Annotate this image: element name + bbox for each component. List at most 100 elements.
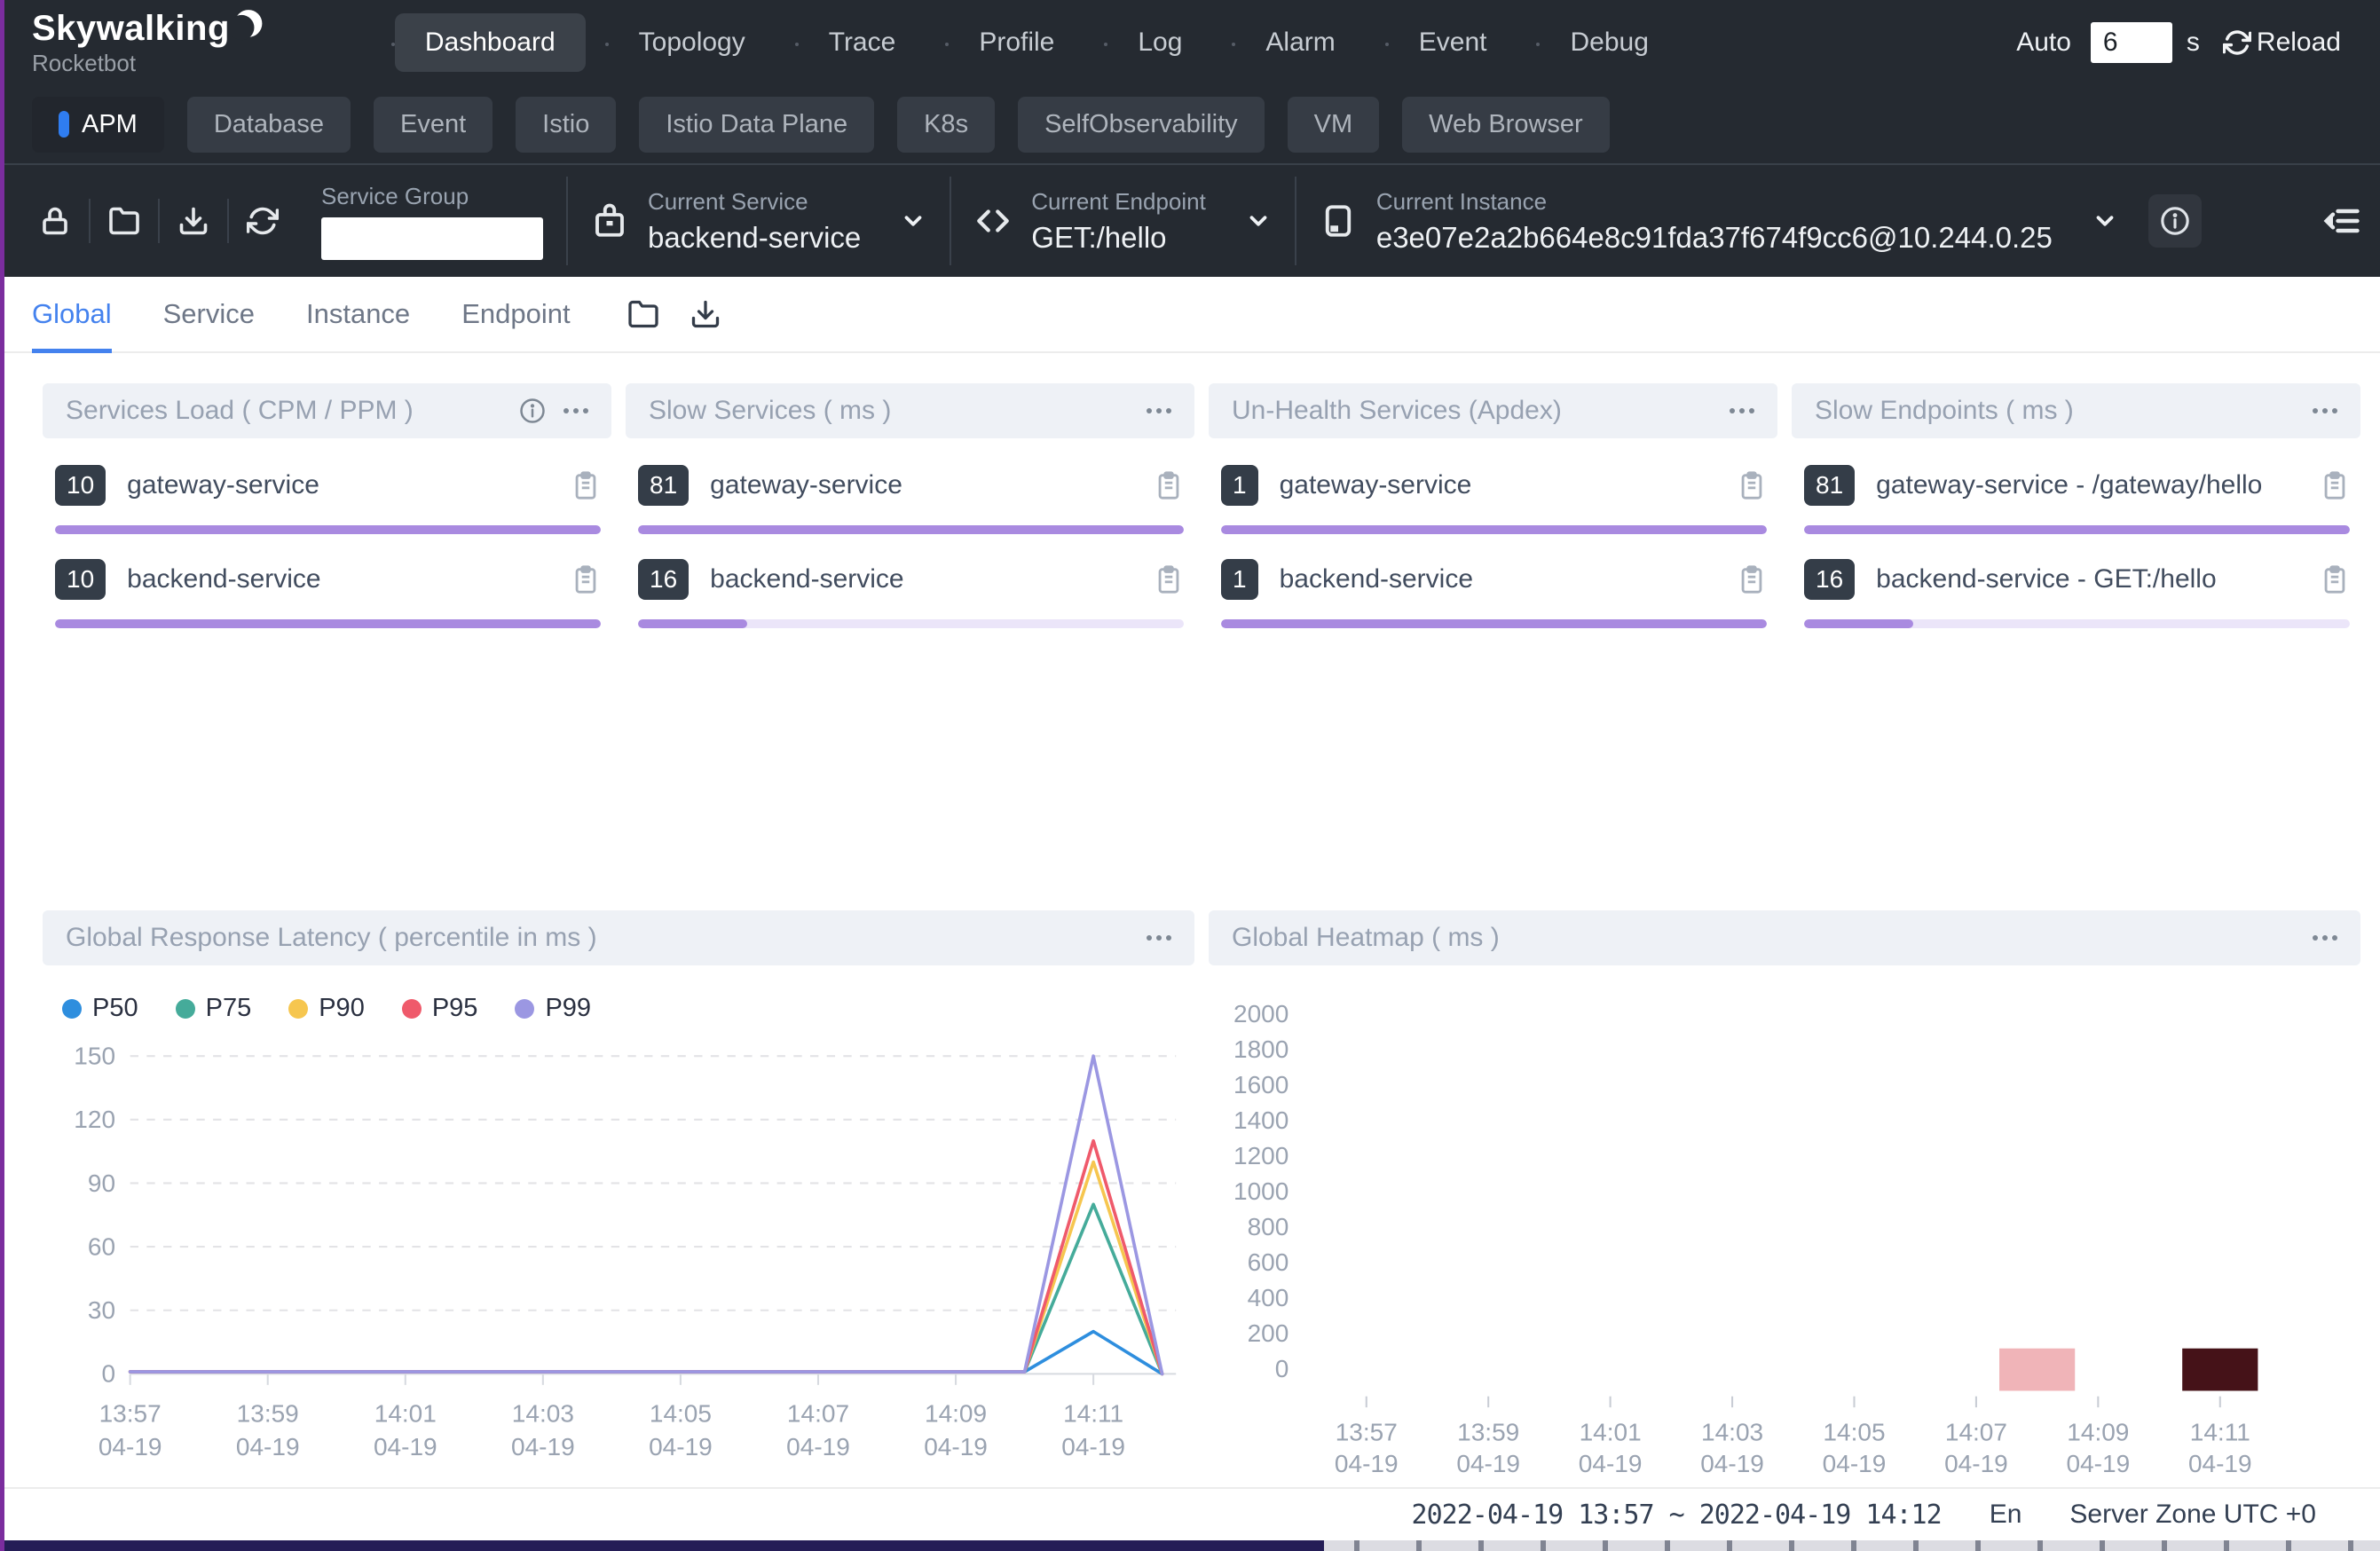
tab-instance[interactable]: Instance: [306, 277, 410, 351]
layer-tab-selfobservability[interactable]: SelfObservability: [1018, 97, 1265, 153]
tab-service[interactable]: Service: [163, 277, 255, 351]
legend-item-p50[interactable]: P50: [62, 994, 138, 1023]
layer-tab-event[interactable]: Event: [374, 97, 493, 153]
legend-item-p99[interactable]: P99: [515, 994, 591, 1023]
legend-label: P90: [319, 994, 365, 1023]
metric-item[interactable]: 81 gateway-service: [638, 465, 1184, 534]
card-services-load: Services Load ( CPM / PPM ) 10 gateway-s…: [43, 383, 611, 878]
info-circle-icon[interactable]: [519, 398, 546, 424]
chevron-down-icon[interactable]: [2092, 208, 2118, 234]
nav-item-topology[interactable]: Topology: [609, 13, 776, 72]
folder-button[interactable]: [627, 298, 659, 330]
nav-item-profile[interactable]: Profile: [949, 13, 1084, 72]
svg-text:1600: 1600: [1233, 1071, 1289, 1098]
metric-progress-fill: [1804, 619, 1913, 628]
more-menu-icon[interactable]: [1147, 935, 1171, 941]
export-button[interactable]: [160, 205, 227, 237]
time-range-picker[interactable]: 2022-04-19 13:57 ~ 2022-04-19 14:12: [1412, 1500, 1942, 1531]
more-menu-icon[interactable]: [1730, 408, 1754, 413]
more-menu-icon[interactable]: [563, 408, 588, 413]
legend-label: P95: [432, 994, 478, 1023]
service-box-icon: [591, 202, 628, 240]
copy-button[interactable]: [571, 564, 601, 594]
legend-item-p95[interactable]: P95: [402, 994, 478, 1023]
copy-button[interactable]: [1737, 470, 1767, 500]
current-endpoint-label: Current Endpoint: [1031, 188, 1206, 216]
copy-button[interactable]: [1154, 470, 1184, 500]
reload-button[interactable]: Reload: [2223, 28, 2341, 58]
copy-button[interactable]: [2320, 564, 2350, 594]
svg-text:04-19: 04-19: [1944, 1450, 2008, 1475]
layer-tab-web-browser[interactable]: Web Browser: [1402, 97, 1610, 153]
svg-text:04-19: 04-19: [99, 1433, 162, 1460]
cropped-popup-peek: [1324, 1540, 2380, 1551]
metric-item[interactable]: 1 gateway-service: [1221, 465, 1767, 534]
svg-text:04-19: 04-19: [2188, 1450, 2252, 1475]
copy-button[interactable]: [2320, 470, 2350, 500]
layer-tab-database[interactable]: Database: [187, 97, 351, 153]
metric-name: gateway-service: [1280, 470, 1472, 500]
layer-tab-istio-data-plane[interactable]: Istio Data Plane: [639, 97, 874, 153]
refresh-dashboards-button[interactable]: [229, 205, 296, 237]
sidebar-fold-button[interactable]: [2323, 201, 2362, 240]
current-endpoint-selector[interactable]: Current Endpoint GET:/hello: [974, 188, 1272, 255]
svg-text:04-19: 04-19: [1579, 1450, 1643, 1475]
svg-text:1800: 1800: [1233, 1035, 1289, 1063]
tab-global[interactable]: Global: [32, 277, 112, 351]
legend-item-p90[interactable]: P90: [288, 994, 365, 1023]
layer-tab-apm[interactable]: APM: [32, 97, 164, 153]
export-button[interactable]: [690, 298, 721, 330]
metric-value-badge: 16: [1804, 559, 1855, 600]
auto-interval-input[interactable]: [2091, 22, 2172, 63]
svg-text:60: 60: [88, 1232, 115, 1260]
more-menu-icon[interactable]: [1147, 408, 1171, 413]
nav-item-trace[interactable]: Trace: [799, 13, 926, 72]
copy-button[interactable]: [1737, 564, 1767, 594]
current-instance-selector[interactable]: Current Instance e3e07e2a2b664e8c91fda37…: [1320, 188, 2118, 255]
svg-text:14:11: 14:11: [2190, 1419, 2250, 1446]
metric-item[interactable]: 16 backend-service: [638, 559, 1184, 628]
layer-tab-vm[interactable]: VM: [1288, 97, 1380, 153]
svg-text:13:59: 13:59: [237, 1399, 299, 1427]
metric-value-badge: 1: [1221, 559, 1258, 600]
metric-item[interactable]: 1 backend-service: [1221, 559, 1767, 628]
clipboard-icon: [2320, 470, 2350, 500]
language-switch[interactable]: En: [1990, 1500, 2022, 1530]
copy-button[interactable]: [571, 470, 601, 500]
metric-item[interactable]: 16 backend-service - GET:/hello: [1804, 559, 2350, 628]
svg-text:200: 200: [1248, 1319, 1289, 1347]
svg-text:13:57: 13:57: [1336, 1419, 1398, 1446]
metric-item[interactable]: 81 gateway-service - /gateway/hello: [1804, 465, 2350, 534]
folder-button[interactable]: [91, 205, 158, 237]
chevron-down-icon[interactable]: [1245, 208, 1272, 234]
layer-tab-istio[interactable]: Istio: [516, 97, 616, 153]
nav-item-log[interactable]: Log: [1107, 13, 1212, 72]
service-group-input[interactable]: [321, 217, 543, 260]
clipboard-icon: [571, 470, 601, 500]
copy-button[interactable]: [1154, 564, 1184, 594]
current-instance-label: Current Instance: [1376, 188, 2053, 216]
svg-text:04-19: 04-19: [1335, 1450, 1399, 1475]
info-button[interactable]: [2148, 194, 2202, 248]
vertical-separator: [950, 177, 951, 265]
metric-item[interactable]: 10 gateway-service: [55, 465, 601, 534]
lock-button[interactable]: [21, 205, 89, 237]
current-service-selector[interactable]: Current Service backend-service: [591, 188, 926, 255]
logo-title: Skywalking: [32, 11, 230, 46]
nav-item-dashboard[interactable]: Dashboard: [395, 13, 586, 72]
nav-item-alarm[interactable]: Alarm: [1235, 13, 1365, 72]
svg-text:1400: 1400: [1233, 1106, 1289, 1134]
nav-item-event[interactable]: Event: [1389, 13, 1517, 72]
legend-item-p75[interactable]: P75: [176, 994, 252, 1023]
metric-name: backend-service: [1280, 564, 1473, 594]
chevron-down-icon[interactable]: [900, 208, 926, 234]
svg-text:0: 0: [1275, 1355, 1289, 1382]
chart-title: Global Heatmap ( ms ): [1232, 923, 1500, 953]
nav-item-debug[interactable]: Debug: [1540, 13, 1678, 72]
metric-item[interactable]: 10 backend-service: [55, 559, 601, 628]
more-menu-icon[interactable]: [2313, 408, 2337, 413]
skywalking-logo[interactable]: Skywalking Rocketbot: [32, 11, 265, 75]
tab-endpoint[interactable]: Endpoint: [461, 277, 570, 351]
more-menu-icon[interactable]: [2313, 935, 2337, 941]
layer-tab-k8s[interactable]: K8s: [897, 97, 995, 153]
